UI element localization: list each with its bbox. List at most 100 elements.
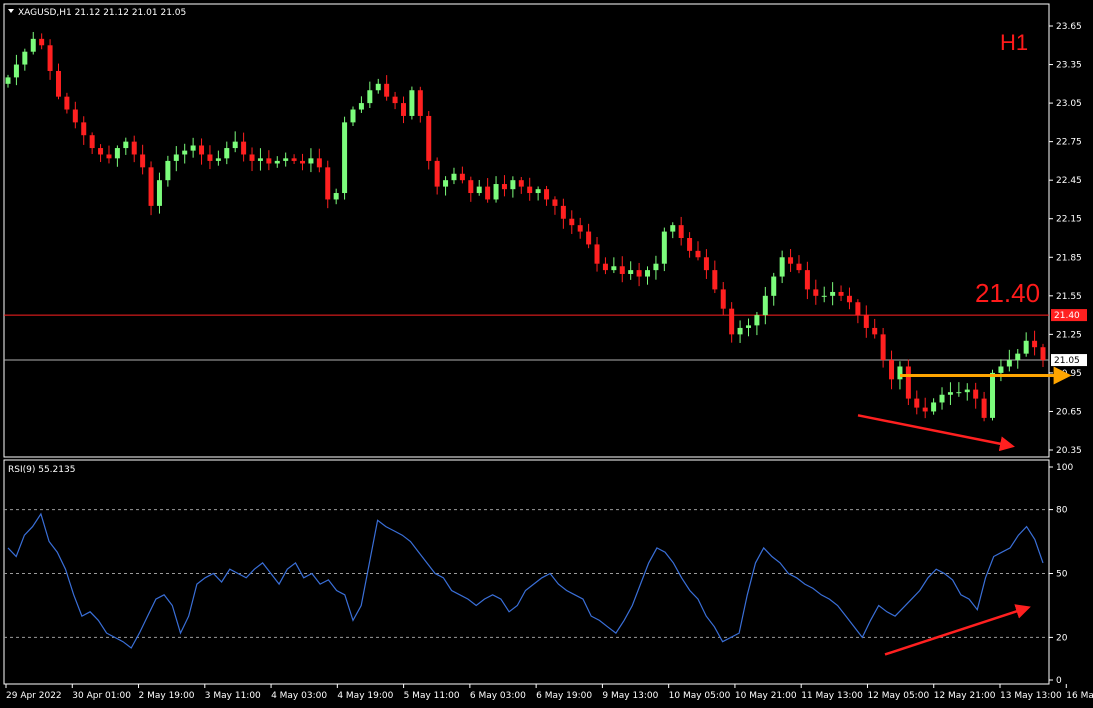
candle-body [535, 189, 541, 194]
candle-body [560, 205, 566, 219]
candle-body [400, 103, 406, 116]
time-tick-label: 6 May 19:00 [536, 691, 592, 701]
candle-body [552, 199, 558, 206]
price-panel[interactable] [3, 3, 1050, 458]
time-tick-label: 10 May 21:00 [735, 691, 797, 701]
time-tick-label: 30 Apr 01:00 [72, 691, 131, 701]
candle-body [846, 295, 852, 303]
price-tick-label: 21.25 [1056, 330, 1082, 340]
rsi-tick-label: 0 [1056, 676, 1062, 686]
candle-body [148, 167, 154, 206]
candle-body [729, 308, 735, 335]
candle-body [889, 360, 895, 380]
time-tick-label: 3 May 11:00 [205, 691, 261, 701]
rsi-tick-label: 50 [1056, 570, 1068, 580]
time-tick-label: 4 May 03:00 [271, 691, 327, 701]
candle-body [931, 402, 937, 412]
candle-body [788, 257, 794, 264]
candle-body [1023, 340, 1029, 354]
candle-body [779, 257, 785, 277]
rsi-tick-label: 20 [1056, 633, 1068, 643]
price-tick-label: 23.05 [1056, 99, 1082, 109]
candle-body [156, 180, 162, 206]
candle-body [1032, 340, 1038, 348]
time-tick-label: 4 May 19:00 [337, 691, 393, 701]
candle-body [98, 148, 104, 155]
candle-body [485, 186, 491, 200]
candle-body [947, 392, 953, 395]
rsi-tick-label: 80 [1056, 506, 1068, 516]
candle-body [771, 276, 777, 296]
candle-body [897, 366, 903, 380]
candle-body [813, 289, 819, 296]
candle-body [39, 38, 45, 46]
candle-body [257, 158, 263, 161]
candle-body [342, 122, 348, 194]
candle-body [350, 109, 356, 123]
candle-body [737, 327, 743, 335]
candle-body [645, 270, 651, 277]
candle-body [375, 83, 381, 91]
candle-body [1040, 347, 1046, 361]
candle-body [880, 334, 886, 361]
rsi-panel[interactable] [3, 459, 1050, 685]
candle-body [64, 96, 70, 110]
candle-body [47, 45, 53, 71]
candle-body [855, 302, 861, 316]
candle-body [602, 263, 608, 271]
candle-body [678, 225, 684, 238]
candle-body [636, 270, 642, 277]
candle-body [476, 186, 482, 194]
candle-body [81, 122, 87, 136]
candle-body [830, 291, 836, 296]
candle-body [754, 315, 760, 326]
candle-body [703, 257, 709, 271]
candle-body [291, 158, 297, 161]
candle-body [922, 407, 928, 412]
candle-body [956, 392, 962, 394]
candle-body [131, 141, 137, 155]
candle-body [695, 250, 701, 258]
time-tick-label: 2 May 19:00 [139, 691, 195, 701]
candle-body [914, 398, 920, 408]
candle-body [89, 135, 95, 149]
candle-body [577, 225, 583, 232]
candle-body [215, 158, 221, 161]
time-tick-label: 29 Apr 2022 [6, 691, 62, 701]
price-tick-label: 22.75 [1056, 138, 1082, 148]
candle-body [872, 327, 878, 335]
candle-body [569, 218, 575, 226]
candle-body [173, 154, 179, 161]
candle-body [544, 189, 550, 200]
candle-body [973, 389, 979, 399]
candle-body [493, 184, 499, 200]
candle-body [199, 145, 205, 155]
candle-body [308, 158, 314, 164]
candle-body [720, 289, 726, 309]
rsi-tick-label: 100 [1056, 463, 1073, 473]
candle-body [274, 160, 280, 164]
candle-body [426, 115, 432, 161]
symbol-info: XAGUSD,H1 21.12 21.12 21.01 21.05 [18, 8, 186, 18]
candle-body [266, 158, 272, 164]
rsi-info: RSI(9) 55.2135 [8, 465, 75, 475]
time-tick-label: 16 May 07:00 [1066, 691, 1093, 701]
time-tick-label: 13 May 13:00 [1000, 691, 1062, 701]
candle-body [249, 154, 255, 161]
price-tick-label: 21.55 [1056, 292, 1082, 302]
candle-body [165, 160, 171, 181]
candle-body [232, 141, 238, 149]
time-tick-label: 6 May 03:00 [470, 691, 526, 701]
candle-body [72, 109, 78, 123]
candle-body [358, 103, 364, 110]
candle-body [838, 291, 844, 296]
candle-body [611, 266, 617, 271]
candle-body [114, 148, 120, 159]
candle-body [586, 231, 592, 245]
candle-body [13, 64, 19, 78]
candle-body [409, 90, 415, 116]
candle-body [619, 266, 625, 274]
candle-body [22, 51, 28, 65]
candle-body [981, 398, 987, 418]
price-tick-label: 20.35 [1056, 446, 1082, 456]
